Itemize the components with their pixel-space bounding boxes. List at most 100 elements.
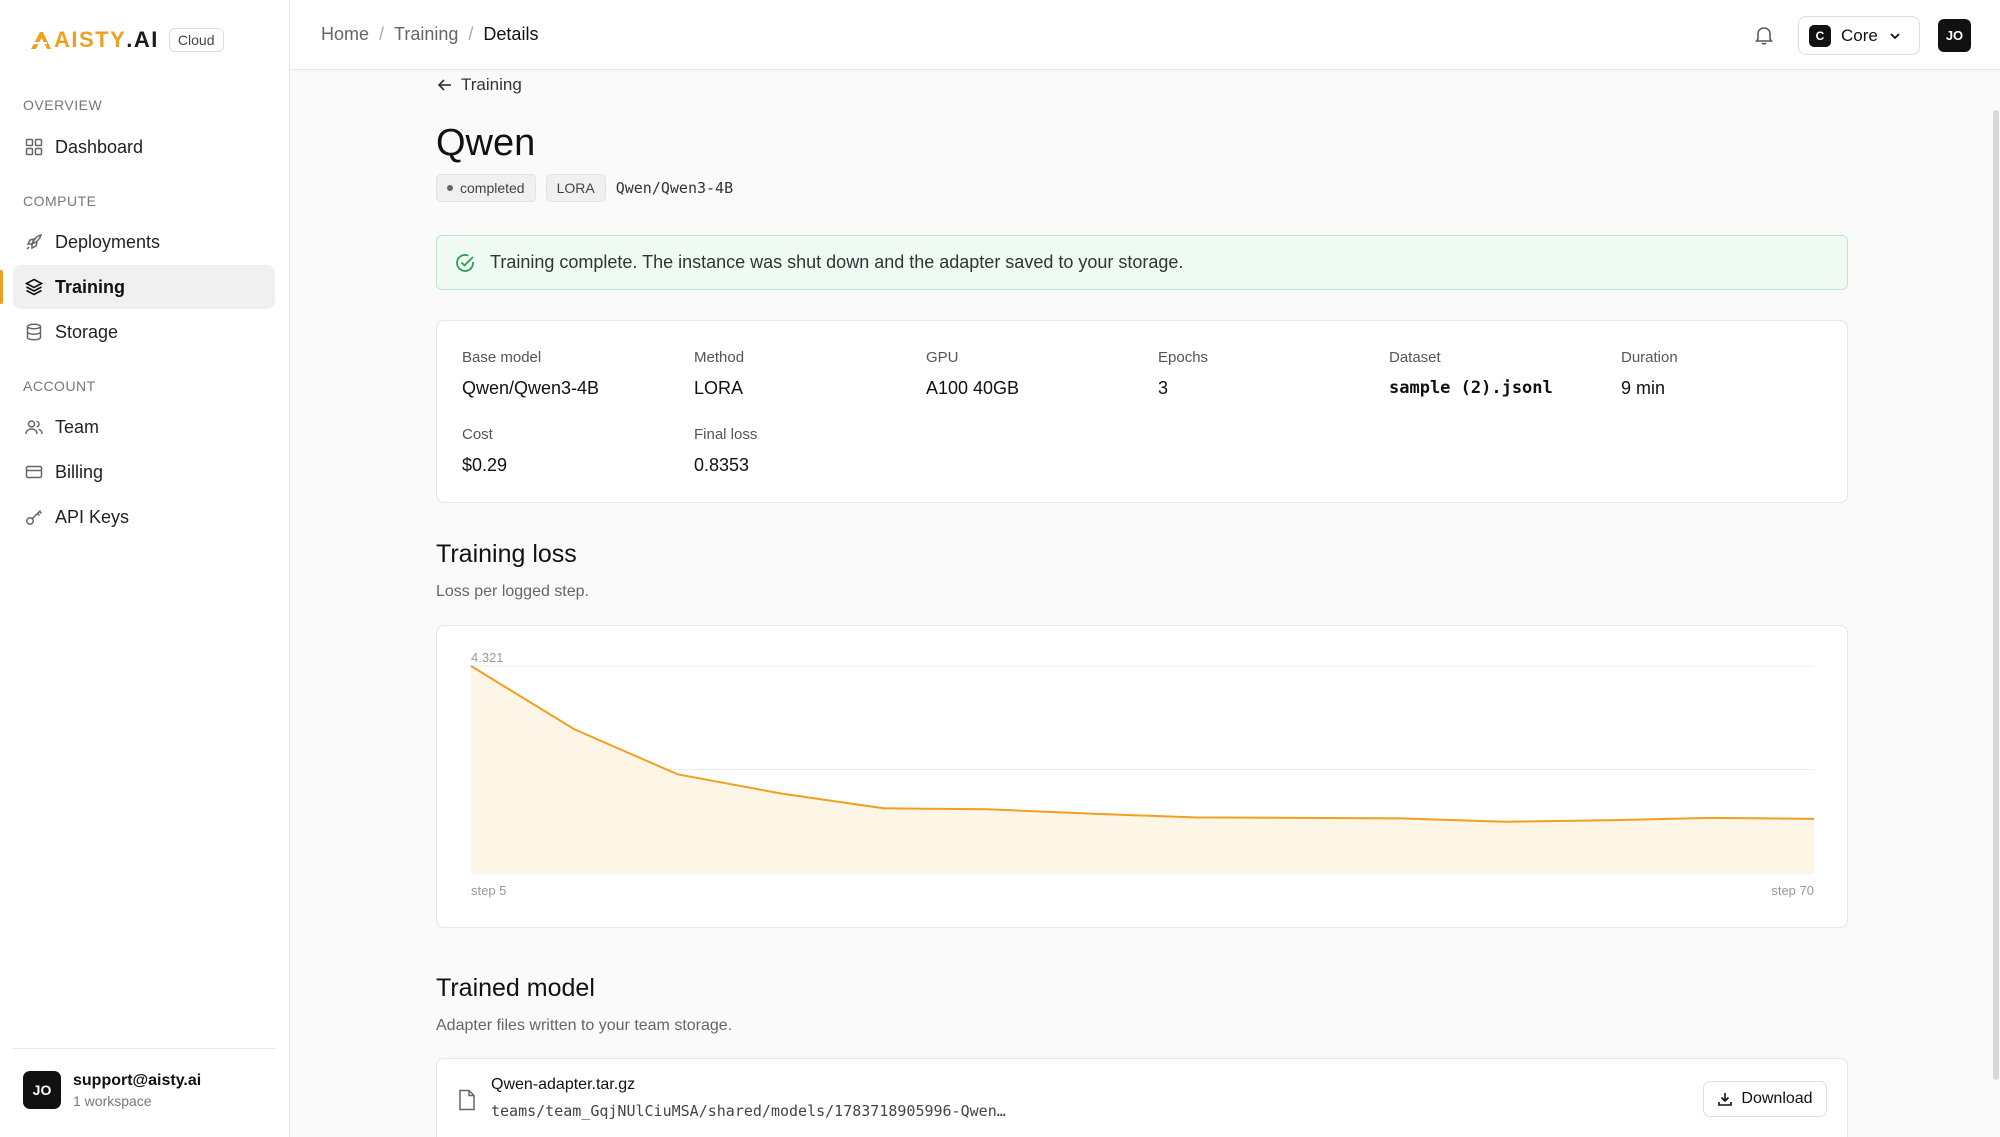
nav-section-account: ACCOUNT [23,378,96,394]
alert-text: Training complete. The instance was shut… [490,252,1184,272]
workspace-name: Core [1841,25,1878,45]
layers-icon [24,277,44,297]
sidebar-item-label: Training [55,276,126,297]
grid-icon [24,137,44,157]
nav-section-compute: COMPUTE [23,193,97,209]
user-menu[interactable]: JO support@aisty.ai 1 workspace [13,1048,275,1109]
check-circle-icon [456,253,474,272]
sidebar-item-team[interactable]: Team [13,405,275,449]
x-start-label: step 5 [471,883,506,898]
top-header: Home / Training / Details C Core JO [290,0,2000,70]
stat-epochs: Epochs 3 [1158,349,1208,399]
stat-label: Final loss [694,426,758,443]
sidebar-item-label: Team [55,416,100,437]
status-badge: completed [436,174,536,202]
x-end-label: step 70 [1771,883,1814,898]
avatar: JO [23,1071,61,1109]
file-card: Qwen-adapter.tar.gz teams/team_GqjNUlCiu… [436,1058,1848,1137]
cloud-badge: Cloud [168,28,224,52]
sidebar-item-label: Dashboard [55,136,144,157]
stat-base-model: Base model Qwen/Qwen3-4B [462,349,599,399]
back-link-label: Training [461,75,522,94]
stat-value: sample (2).jsonl [1389,378,1553,398]
logo-text-a: AISTY [54,27,127,52]
logo[interactable]: AISTY .AI [30,27,159,53]
download-button[interactable]: Download [1703,1081,1827,1117]
stat-label: Base model [462,349,542,366]
stat-value: 3 [1158,378,1169,398]
stat-label: Method [694,349,745,366]
sidebar-item-label: Storage [55,321,119,342]
stat-dataset: Dataset sample (2).jsonl [1389,349,1553,398]
logo-text-b: .AI [126,27,159,52]
sidebar-item-label: Billing [55,461,104,482]
tag-row: completed LORA Qwen/Qwen3-4B [436,174,733,202]
breadcrumb-training[interactable]: Training [394,24,458,45]
model-section-title: Trained model [436,974,595,1002]
loss-section-subtitle: Loss per logged step. [436,583,589,600]
stat-label: Epochs [1158,349,1209,366]
credit-card-icon [24,462,44,482]
method-badge: LORA [545,174,606,202]
loss-section-title: Training loss [436,540,577,568]
status-text: completed [460,180,525,196]
active-indicator [0,270,3,304]
y-max-label: 4.321 [471,650,504,665]
bell-icon[interactable] [1753,24,1775,46]
key-icon [24,507,44,527]
back-link[interactable]: Training [437,75,522,95]
header-avatar[interactable]: JO [1938,19,1971,52]
logo-mark-icon [31,32,51,49]
workspace-switcher[interactable]: C Core [1798,16,1920,55]
sidebar: AISTY .AI Cloud OVERVIEW Dashboard COMPUT… [0,0,290,1137]
stat-label: GPU [926,349,959,366]
nav-section-overview: OVERVIEW [23,97,103,113]
loss-chart-card: 4.321 step 5 step 70 [436,625,1848,928]
stat-value: 9 min [1621,378,1666,398]
stat-duration: Duration 9 min [1621,349,1678,399]
scrollbar-thumb[interactable] [1993,110,1999,1080]
sidebar-item-storage[interactable]: Storage [13,310,275,354]
stat-label: Cost [462,426,493,443]
stat-label: Dataset [1389,349,1441,366]
sidebar-item-billing[interactable]: Billing [13,450,275,494]
rocket-icon [24,232,44,252]
download-label: Download [1741,1090,1813,1107]
sidebar-item-label: Deployments [55,231,161,252]
sidebar-item-training[interactable]: Training [13,265,275,309]
breadcrumb-home[interactable]: Home [321,24,369,45]
breadcrumb-separator: / [379,24,385,44]
stat-value: Qwen/Qwen3-4B [462,378,600,398]
download-icon [1718,1093,1733,1106]
model-section-subtitle: Adapter files written to your team stora… [436,1017,733,1034]
brand: AISTY .AI Cloud [30,27,224,53]
stat-value: 0.8353 [694,455,750,475]
stat-method: Method LORA [694,349,744,399]
breadcrumb: Home / Training / Details [321,24,538,45]
loss-chart: 4.321 step 5 step 70 [470,650,1815,898]
chevron-down-icon [1890,32,1900,39]
database-icon [24,322,44,342]
breadcrumb-current: Details [483,24,539,44]
sidebar-item-api-keys[interactable]: API Keys [13,495,275,539]
model-id: Qwen/Qwen3-4B [615,179,734,197]
workspace-initial: C [1809,24,1831,47]
user-workspaces: 1 workspace [73,1092,152,1109]
success-alert: Training complete. The instance was shut… [436,235,1848,290]
stats-card: Base model Qwen/Qwen3-4B Method LORA GPU… [436,320,1848,503]
stat-value: LORA [694,378,744,398]
stat-gpu: GPU A100 40GB [926,349,1019,399]
stat-value: A100 40GB [926,378,1020,398]
stat-cost: Cost $0.29 [462,426,507,476]
status-dot [447,185,453,191]
sidebar-item-label: API Keys [55,506,130,527]
user-email: support@aisty.ai [73,1071,202,1089]
file-name: Qwen-adapter.tar.gz [491,1076,636,1093]
sidebar-item-dashboard[interactable]: Dashboard [13,125,275,169]
sidebar-item-deployments[interactable]: Deployments [13,220,275,264]
stat-value: $0.29 [462,455,508,475]
users-icon [24,417,44,437]
stat-final-loss: Final loss 0.8353 [694,426,757,476]
breadcrumb-separator: / [468,24,474,44]
arrow-left-icon [437,79,451,91]
